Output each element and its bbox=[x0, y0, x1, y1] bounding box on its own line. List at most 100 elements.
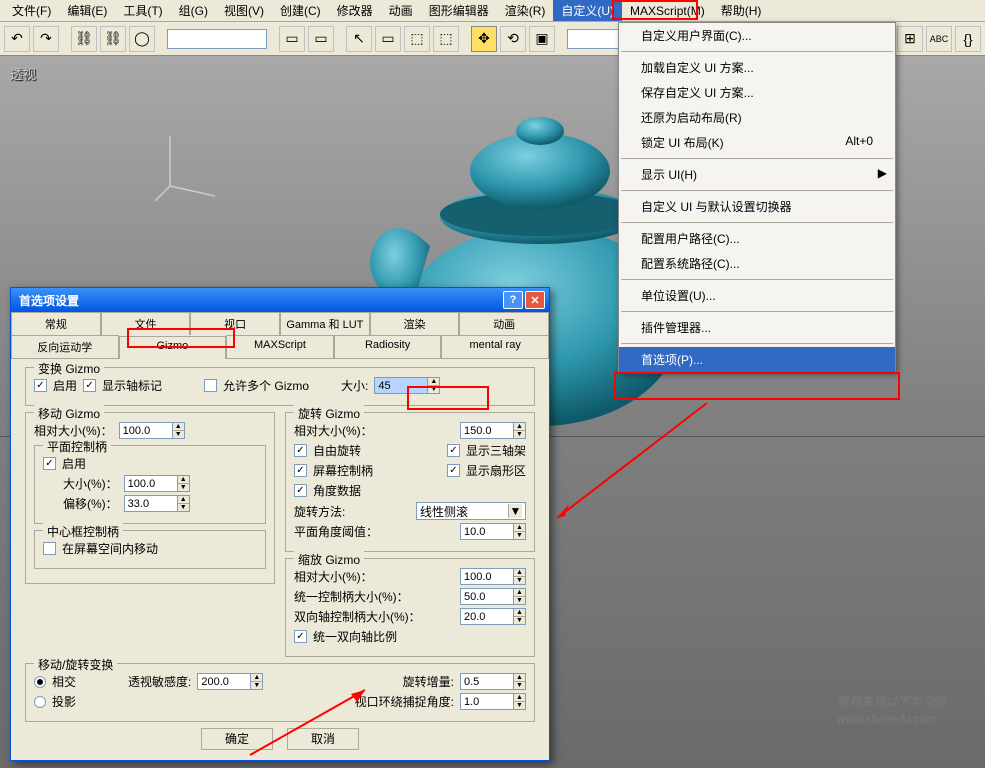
dd-customize-ui[interactable]: 自定义用户界面(C)... bbox=[619, 23, 895, 48]
plane-offset-spinner[interactable]: ▲▼ bbox=[124, 495, 190, 512]
rot-inc-spinner[interactable]: ▲▼ bbox=[460, 673, 526, 690]
ok-button[interactable]: 确定 bbox=[201, 728, 273, 750]
move-rotate-group: 移动/旋转变换 相交 透视敏感度: ▲▼ 旋转增量: ▲▼ 投影 视口环绕捕捉角… bbox=[25, 663, 535, 722]
sector-checkbox[interactable] bbox=[447, 464, 460, 477]
threshold-spinner[interactable]: ▲▼ bbox=[460, 523, 526, 540]
rotate-icon[interactable]: ⟲ bbox=[500, 26, 526, 52]
bind-icon[interactable]: ◯ bbox=[129, 26, 155, 52]
preferences-dialog: 首选项设置 ? ✕ 常规 文件 视口 Gamma 和 LUT 渲染 动画 反向运… bbox=[10, 287, 550, 761]
link-icon[interactable]: ⛓ bbox=[71, 26, 97, 52]
menu-customize[interactable]: 自定义(U) bbox=[553, 0, 622, 21]
menu-tools[interactable]: 工具(T) bbox=[115, 0, 170, 21]
size-label: 大小: bbox=[341, 377, 368, 394]
select-region2-icon[interactable]: ⬚ bbox=[433, 26, 459, 52]
angle-data-checkbox[interactable] bbox=[294, 484, 307, 497]
tab-viewports[interactable]: 视口 bbox=[190, 312, 280, 335]
braces-icon[interactable]: {} bbox=[955, 26, 981, 52]
select-icon[interactable]: ▭ bbox=[279, 26, 305, 52]
menu-animation[interactable]: 动画 bbox=[381, 0, 421, 21]
dd-lock-ui-layout[interactable]: 锁定 UI 布局(K)Alt+0 bbox=[619, 130, 895, 155]
triax-checkbox[interactable] bbox=[447, 444, 460, 457]
dd-load-ui-scheme[interactable]: 加载自定义 UI 方案... bbox=[619, 55, 895, 80]
redo-icon[interactable]: ↷ bbox=[33, 26, 59, 52]
center-box-group: 中心框控制柄 在屏幕空间内移动 bbox=[34, 530, 266, 569]
allow-multi-label: 允许多个 Gizmo bbox=[223, 377, 309, 394]
tab-rendering[interactable]: 渲染 bbox=[370, 312, 460, 335]
tab-gizmo[interactable]: Gizmo bbox=[119, 336, 227, 359]
persp-spinner[interactable]: ▲▼ bbox=[197, 673, 263, 690]
menu-help[interactable]: 帮助(H) bbox=[713, 0, 770, 21]
menu-graph-editors[interactable]: 图形编辑器 bbox=[421, 0, 497, 21]
plane-handle-group: 平面控制柄 启用 大小(%)：▲▼ 偏移(%)：▲▼ bbox=[34, 445, 266, 524]
tab-animation[interactable]: 动画 bbox=[459, 312, 549, 335]
menu-group[interactable]: 组(G) bbox=[171, 0, 216, 21]
center-move-checkbox[interactable] bbox=[43, 542, 56, 555]
vp-wrap-spinner[interactable]: ▲▼ bbox=[460, 693, 526, 710]
menu-edit[interactable]: 编辑(E) bbox=[59, 0, 115, 21]
tab-general[interactable]: 常规 bbox=[11, 312, 101, 335]
dd-config-system-paths[interactable]: 配置系统路径(C)... bbox=[619, 251, 895, 276]
dd-ui-defaults-switcher[interactable]: 自定义 UI 与默认设置切换器 bbox=[619, 194, 895, 219]
selection-filter-combo[interactable] bbox=[167, 29, 267, 49]
dd-config-user-paths[interactable]: 配置用户路径(C)... bbox=[619, 226, 895, 251]
select-name-icon[interactable]: ▭ bbox=[308, 26, 334, 52]
cursor-icon[interactable]: ↖ bbox=[346, 26, 372, 52]
move-rel-label: 相对大小(%)： bbox=[34, 422, 113, 439]
transform-gizmo-group: 变换 Gizmo 启用 显示轴标记 允许多个 Gizmo 大小: ▲▼ bbox=[25, 367, 535, 406]
dd-show-ui[interactable]: 显示 UI(H)▶ bbox=[619, 162, 895, 187]
dd-units-setup[interactable]: 单位设置(U)... bbox=[619, 283, 895, 308]
tab-radiosity[interactable]: Radiosity bbox=[334, 335, 442, 358]
menu-rendering[interactable]: 渲染(R) bbox=[497, 0, 554, 21]
dd-save-ui-scheme[interactable]: 保存自定义 UI 方案... bbox=[619, 80, 895, 105]
show-axis-label: 显示轴标记 bbox=[102, 377, 162, 394]
menu-create[interactable]: 创建(C) bbox=[272, 0, 329, 21]
axis-gizmo bbox=[150, 126, 230, 206]
free-rotate-checkbox[interactable] bbox=[294, 444, 307, 457]
rotate-method-combo[interactable]: 线性侧滚▼ bbox=[416, 502, 526, 520]
allow-multi-checkbox[interactable] bbox=[204, 379, 217, 392]
plane-size-spinner[interactable]: ▲▼ bbox=[124, 475, 190, 492]
dd-preferences[interactable]: 首选项(P)... bbox=[619, 347, 895, 372]
cancel-button[interactable]: 取消 bbox=[287, 728, 359, 750]
size-spinner[interactable]: ▲▼ bbox=[374, 377, 440, 394]
scale-twoaxis-spinner[interactable]: ▲▼ bbox=[460, 608, 526, 625]
rotate-gizmo-group: 旋转 Gizmo 相对大小(%)：▲▼ 自由旋转显示三轴架 屏幕控制柄显示扇形区… bbox=[285, 412, 535, 552]
move-icon[interactable]: ✥ bbox=[471, 26, 497, 52]
rotate-rel-spinner[interactable]: ▲▼ bbox=[460, 422, 526, 439]
move-rel-spinner[interactable]: ▲▼ bbox=[119, 422, 185, 439]
viewport-label: 透视 bbox=[10, 64, 36, 83]
tabs-row1: 常规 文件 视口 Gamma 和 LUT 渲染 动画 bbox=[11, 312, 549, 335]
dialog-title: 首选项设置 bbox=[15, 292, 501, 309]
scale-rel-spinner[interactable]: ▲▼ bbox=[460, 568, 526, 585]
dialog-titlebar[interactable]: 首选项设置 ? ✕ bbox=[11, 288, 549, 312]
help-button[interactable]: ? bbox=[503, 291, 523, 309]
tab-gamma-lut[interactable]: Gamma 和 LUT bbox=[280, 312, 370, 335]
tab-files[interactable]: 文件 bbox=[101, 312, 191, 335]
plane-enable-checkbox[interactable] bbox=[43, 457, 56, 470]
screen-handle-checkbox[interactable] bbox=[294, 464, 307, 477]
menu-file[interactable]: 文件(F) bbox=[4, 0, 59, 21]
tab-maxscript[interactable]: MAXScript bbox=[226, 335, 334, 358]
dd-revert-layout[interactable]: 还原为启动布局(R) bbox=[619, 105, 895, 130]
close-button[interactable]: ✕ bbox=[525, 291, 545, 309]
intersect-radio[interactable] bbox=[34, 676, 46, 688]
enable-checkbox[interactable] bbox=[34, 379, 47, 392]
window-crossing-icon[interactable]: ⬚ bbox=[404, 26, 430, 52]
scale-icon[interactable]: ▣ bbox=[529, 26, 555, 52]
project-radio[interactable] bbox=[34, 696, 46, 708]
unlink-icon[interactable]: ⛓ bbox=[100, 26, 126, 52]
menu-maxscript[interactable]: MAXScript(M) bbox=[622, 2, 713, 20]
menu-modifiers[interactable]: 修改器 bbox=[329, 0, 381, 21]
dd-plugin-manager[interactable]: 插件管理器... bbox=[619, 315, 895, 340]
tabs-row2: 反向运动学 Gizmo MAXScript Radiosity mental r… bbox=[11, 335, 549, 358]
menu-views[interactable]: 视图(V) bbox=[216, 0, 272, 21]
text-icon[interactable]: ABC bbox=[926, 26, 952, 52]
show-axis-checkbox[interactable] bbox=[83, 379, 96, 392]
tab-mentalray[interactable]: mental ray bbox=[441, 335, 549, 358]
uniform2-checkbox[interactable] bbox=[294, 630, 307, 643]
tab-ik[interactable]: 反向运动学 bbox=[11, 335, 119, 358]
snap-icon[interactable]: ⊞ bbox=[897, 26, 923, 52]
undo-icon[interactable]: ↶ bbox=[4, 26, 30, 52]
select-region-icon[interactable]: ▭ bbox=[375, 26, 401, 52]
scale-uni-spinner[interactable]: ▲▼ bbox=[460, 588, 526, 605]
